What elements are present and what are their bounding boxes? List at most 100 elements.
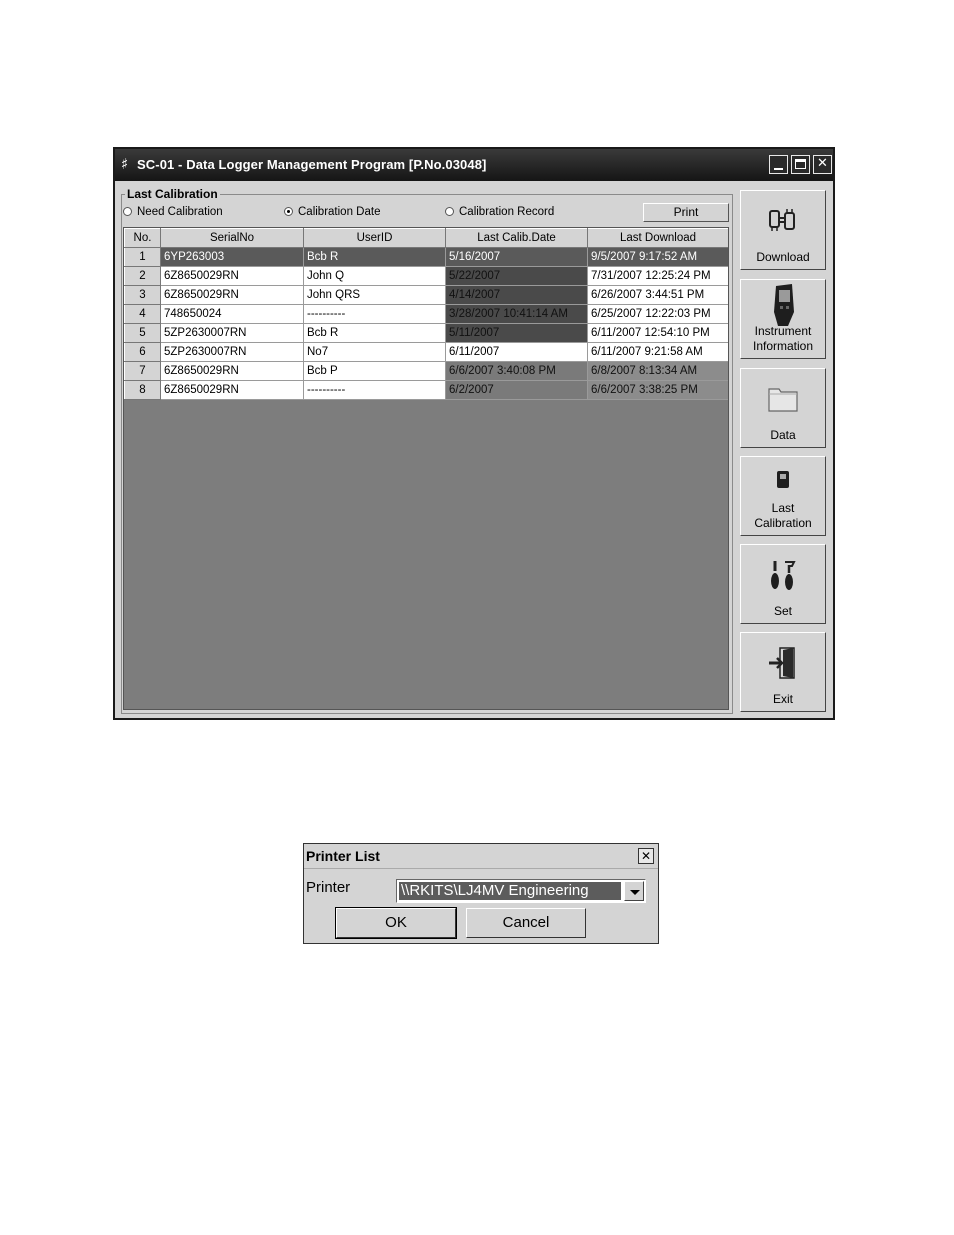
userid-cell: John QRS: [303, 285, 446, 305]
row-number: 3: [124, 285, 161, 305]
printer-select-value: \\RKITS\LJ4MV Engineering: [399, 882, 621, 900]
app-icon: ♯: [121, 155, 129, 173]
exit-door-icon: [741, 645, 825, 685]
printer-list-dialog: Printer List ✕ Printer \\RKITS\LJ4MV Eng…: [303, 843, 659, 944]
label-line: Calibration: [754, 516, 812, 530]
last-download-cell: 6/25/2007 12:22:03 PM: [587, 304, 728, 324]
calib-date-cell: 5/22/2007: [445, 266, 588, 286]
calib-date-cell: 6/6/2007 3:40:08 PM: [445, 361, 588, 381]
column-header-no[interactable]: No.: [124, 228, 161, 248]
dialog-title-bar[interactable]: Printer List ✕: [304, 844, 658, 869]
exit-button[interactable]: Exit: [740, 632, 826, 712]
userid-cell: ----------: [303, 304, 446, 324]
ok-button[interactable]: OK: [335, 907, 457, 939]
table-row[interactable]: 7 6Z8650029RN Bcb P 6/6/2007 3:40:08 PM …: [124, 361, 728, 381]
close-icon: ✕: [817, 156, 828, 171]
close-icon: ✕: [640, 849, 652, 863]
window-title: SC-01 - Data Logger Management Program […: [137, 157, 487, 172]
download-icon: [741, 205, 825, 239]
chevron-down-icon[interactable]: [624, 881, 644, 901]
column-header-calib-date[interactable]: Last Calib.Date: [445, 228, 588, 248]
table-header-row: No. SerialNo UserID Last Calib.Date Last…: [124, 228, 728, 248]
data-label: Data: [770, 428, 796, 442]
table-row[interactable]: 2 6Z8650029RN John Q 5/22/2007 7/31/2007…: [124, 266, 728, 286]
title-bar[interactable]: ♯ SC-01 - Data Logger Management Program…: [115, 149, 833, 181]
last-calibration-button[interactable]: Last Calibration: [740, 456, 826, 536]
radio-circle-icon: [123, 207, 132, 216]
calib-date-cell: 5/11/2007: [445, 323, 588, 343]
set-label: Set: [773, 604, 792, 618]
calib-date-cell: 6/2/2007: [445, 380, 588, 400]
row-number: 4: [124, 304, 161, 324]
radio-label: Need Calibration: [137, 206, 223, 218]
last-download-cell: 9/5/2007 9:17:52 AM: [587, 247, 728, 267]
radio-label: Calibration Record: [459, 206, 555, 218]
last-calibration-label: Last Calibration: [741, 501, 825, 531]
userid-cell: ----------: [303, 380, 446, 400]
calib-date-cell: 6/11/2007: [445, 342, 588, 362]
row-number: 8: [124, 380, 161, 400]
serial-cell: 6Z8650029RN: [160, 285, 304, 305]
serial-cell: 6Z8650029RN: [160, 380, 304, 400]
serial-cell: 5ZP2630007RN: [160, 323, 304, 343]
minimize-icon: [774, 168, 783, 170]
calibration-table: No. SerialNo UserID Last Calib.Date Last…: [124, 228, 728, 400]
download-label: Download: [756, 250, 810, 264]
userid-cell: Bcb R: [303, 323, 446, 343]
calibration-grid[interactable]: No. SerialNo UserID Last Calib.Date Last…: [123, 227, 729, 710]
table-row[interactable]: 8 6Z8650029RN ---------- 6/2/2007 6/6/20…: [124, 380, 728, 400]
label-line: Last: [771, 501, 795, 515]
last-download-cell: 6/6/2007 3:38:25 PM: [587, 380, 728, 400]
userid-cell: John Q: [303, 266, 446, 286]
column-header-last-download[interactable]: Last Download: [587, 228, 728, 248]
row-number: 6: [124, 342, 161, 362]
column-header-serial[interactable]: SerialNo: [160, 228, 304, 248]
table-row[interactable]: 4 748650024 ---------- 3/28/2007 10:41:1…: [124, 304, 728, 324]
print-button[interactable]: Print: [643, 203, 729, 222]
set-button[interactable]: Set: [740, 544, 826, 624]
data-button[interactable]: Data: [740, 368, 826, 448]
serial-cell: 6Z8650029RN: [160, 266, 304, 286]
printer-label: Printer: [306, 879, 351, 896]
last-download-cell: 6/11/2007 9:21:58 AM: [587, 342, 728, 362]
serial-cell: 6Z8650029RN: [160, 361, 304, 381]
maximize-button[interactable]: [791, 155, 810, 174]
dialog-close-button[interactable]: ✕: [638, 848, 654, 864]
printer-select[interactable]: \\RKITS\LJ4MV Engineering: [396, 879, 646, 903]
last-download-cell: 6/26/2007 3:44:51 PM: [587, 285, 728, 305]
download-button[interactable]: Download: [740, 190, 826, 270]
radio-label: Calibration Date: [298, 206, 381, 218]
serial-cell: 748650024: [160, 304, 304, 324]
folder-icon: [741, 383, 825, 417]
userid-cell: Bcb R: [303, 247, 446, 267]
radio-need-calibration[interactable]: Need Calibration: [123, 206, 223, 218]
close-button[interactable]: ✕: [813, 155, 832, 174]
radio-circle-icon: [445, 207, 454, 216]
userid-cell: Bcb P: [303, 361, 446, 381]
maximize-icon: [795, 159, 806, 169]
last-download-cell: 7/31/2007 12:25:24 PM: [587, 266, 728, 286]
userid-cell: No7: [303, 342, 446, 362]
row-number: 7: [124, 361, 161, 381]
instrument-information-label: Instrument Information: [741, 324, 825, 354]
calib-date-cell: 5/16/2007: [445, 247, 588, 267]
calibration-logger-icon: [741, 469, 825, 503]
exit-label: Exit: [772, 692, 793, 706]
row-number: 1: [124, 247, 161, 267]
table-row[interactable]: 3 6Z8650029RN John QRS 4/14/2007 6/26/20…: [124, 285, 728, 305]
minimize-button[interactable]: [769, 155, 788, 174]
group-label: Last Calibration: [125, 187, 220, 201]
table-row[interactable]: 5 5ZP2630007RN Bcb R 5/11/2007 6/11/2007…: [124, 323, 728, 343]
label-line: Instrument: [754, 324, 812, 338]
row-number: 5: [124, 323, 161, 343]
table-row[interactable]: 6 5ZP2630007RN No7 6/11/2007 6/11/2007 9…: [124, 342, 728, 362]
calib-date-cell: 4/14/2007: [445, 285, 588, 305]
radio-calibration-record[interactable]: Calibration Record: [445, 206, 554, 218]
column-header-userid[interactable]: UserID: [303, 228, 446, 248]
table-row[interactable]: 1 6YP263003 Bcb R 5/16/2007 9/5/2007 9:1…: [124, 247, 728, 267]
last-download-cell: 6/11/2007 12:54:10 PM: [587, 323, 728, 343]
instrument-information-button[interactable]: Instrument Information: [740, 279, 826, 359]
row-number: 2: [124, 266, 161, 286]
radio-calibration-date[interactable]: Calibration Date: [284, 206, 380, 218]
cancel-button[interactable]: Cancel: [466, 908, 586, 938]
